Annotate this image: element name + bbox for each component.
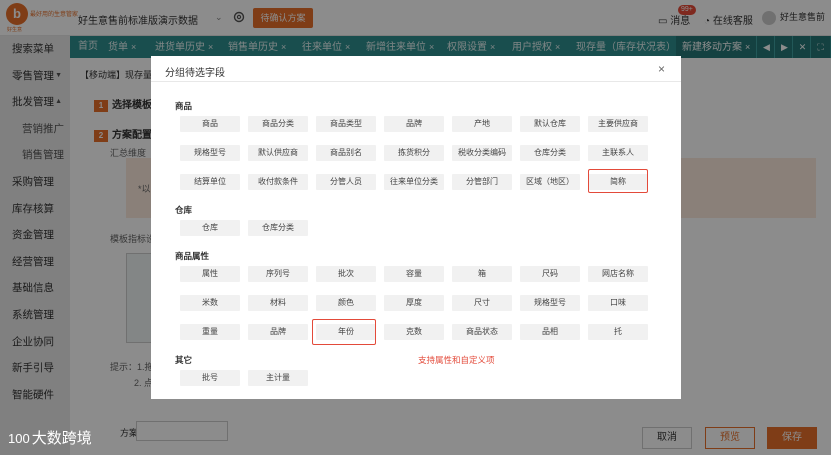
field-chip[interactable]: 颜色: [316, 295, 376, 311]
field-chip[interactable]: 规格型号: [520, 295, 580, 311]
field-chip[interactable]: 品牌: [248, 324, 308, 340]
field-chip[interactable]: 重量: [180, 324, 240, 340]
close-icon[interactable]: ×: [658, 62, 665, 76]
highlight-box-short-name: [588, 169, 648, 193]
field-chip[interactable]: 托: [588, 324, 648, 340]
field-chip[interactable]: 口味: [588, 295, 648, 311]
field-chip[interactable]: 商品状态: [452, 324, 512, 340]
field-chip[interactable]: 主联系人: [588, 145, 648, 161]
field-chip[interactable]: 收付款条件: [248, 174, 308, 190]
field-chip[interactable]: 材料: [248, 295, 308, 311]
field-chip[interactable]: 尺码: [520, 266, 580, 282]
field-chip[interactable]: 米数: [180, 295, 240, 311]
field-chip[interactable]: 商品分类: [248, 116, 308, 132]
field-chip[interactable]: 主要供应商: [588, 116, 648, 132]
section-warehouse-title: 仓库: [175, 205, 193, 215]
field-chip[interactable]: 仓库分类: [520, 145, 580, 161]
field-chip[interactable]: 品相: [520, 324, 580, 340]
field-chip[interactable]: 容量: [384, 266, 444, 282]
field-chip[interactable]: 属性: [180, 266, 240, 282]
annotation-text: 支持属性和自定义项: [418, 355, 495, 365]
field-chip[interactable]: 区域（地区）: [520, 174, 580, 190]
field-chip[interactable]: 批号: [180, 370, 240, 386]
field-chip[interactable]: 商品类型: [316, 116, 376, 132]
section-attributes-title: 商品属性: [175, 251, 210, 261]
field-chip[interactable]: 克数: [384, 324, 444, 340]
dialog-header: 分组待选字段 ×: [151, 56, 681, 82]
field-chip[interactable]: 分管部门: [452, 174, 512, 190]
field-chip[interactable]: 规格型号: [180, 145, 240, 161]
field-chip[interactable]: 默认仓库: [520, 116, 580, 132]
field-chip[interactable]: 拣货积分: [384, 145, 444, 161]
field-chip[interactable]: 网店名称: [588, 266, 648, 282]
field-chip[interactable]: 结算单位: [180, 174, 240, 190]
field-chip[interactable]: 箱: [452, 266, 512, 282]
field-chip[interactable]: 仓库分类: [248, 220, 308, 236]
field-chip[interactable]: 批次: [316, 266, 376, 282]
field-chip[interactable]: 品牌: [384, 116, 444, 132]
section-other-title: 其它: [175, 355, 193, 365]
field-chip[interactable]: 产地: [452, 116, 512, 132]
field-chip[interactable]: 商品: [180, 116, 240, 132]
field-chip[interactable]: 商品别名: [316, 145, 376, 161]
dialog-title: 分组待选字段: [165, 68, 225, 79]
watermark-mark: 100: [8, 431, 30, 446]
field-chip[interactable]: 往来单位分类: [384, 174, 444, 190]
field-picker-dialog: 分组待选字段 × 商品 商品 商品分类 商品类型 品牌 产地 默认仓库 主要供应商 规格型号默…: [151, 56, 681, 399]
field-chip[interactable]: 尺寸: [452, 295, 512, 311]
highlight-box-year: [312, 319, 376, 345]
field-chip[interactable]: 默认供应商: [248, 145, 308, 161]
watermark-text: 大数跨境: [31, 430, 92, 447]
field-chip[interactable]: 税收分类编码: [452, 145, 512, 161]
field-chip[interactable]: 序列号: [248, 266, 308, 282]
field-chip[interactable]: 厚度: [384, 295, 444, 311]
field-chip[interactable]: 仓库: [180, 220, 240, 236]
section-goods-title: 商品: [175, 101, 193, 111]
field-chip[interactable]: 主计量: [248, 370, 308, 386]
watermark: 100 大数跨境: [8, 427, 92, 448]
field-chip[interactable]: 分管人员: [316, 174, 376, 190]
